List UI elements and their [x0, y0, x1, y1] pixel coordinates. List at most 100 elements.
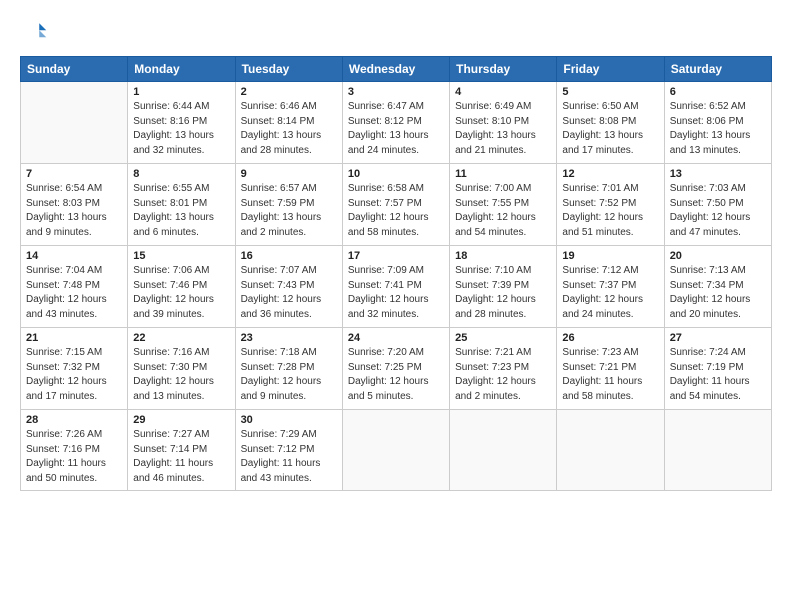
calendar-week-row: 14Sunrise: 7:04 AM Sunset: 7:48 PM Dayli…: [21, 246, 772, 328]
calendar-cell: 1 Sunrise: 6:44 AM Sunset: 8:16 PM Daylig…: [128, 82, 235, 164]
calendar-header-thursday: Thursday: [450, 57, 557, 82]
day-number: 1: [133, 86, 229, 98]
day-number: 29: [133, 414, 229, 426]
header: [20, 18, 772, 46]
day-number: 4: [455, 86, 551, 98]
day-number: 6: [670, 86, 766, 98]
day-info: Sunrise: 7:26 AM Sunset: 7:16 PM Dayligh…: [26, 428, 122, 486]
day-number: 27: [670, 332, 766, 344]
day-number: 11: [455, 168, 551, 180]
day-info: Sunrise: 6:57 AM Sunset: 7:59 PM Dayligh…: [241, 182, 337, 240]
calendar-cell: 9 Sunrise: 6:57 AM Sunset: 7:59 PM Daylig…: [235, 164, 342, 246]
calendar-cell: 5 Sunrise: 6:50 AM Sunset: 8:08 PM Daylig…: [557, 82, 664, 164]
calendar-cell: 19 Sunrise: 7:12 AM Sunset: 7:37 PM Dayli…: [557, 246, 664, 328]
day-number: 28: [26, 414, 122, 426]
logo: [20, 18, 52, 46]
day-info: Sunrise: 7:06 AM Sunset: 7:46 PM Dayligh…: [133, 264, 229, 322]
day-info: Sunrise: 6:44 AM Sunset: 8:16 PM Dayligh…: [133, 100, 229, 158]
calendar-cell: 28 Sunrise: 7:26 AM Sunset: 7:16 PM Dayli…: [21, 410, 128, 491]
calendar-header-sunday: Sunday: [21, 57, 128, 82]
day-number: 12: [562, 168, 658, 180]
day-info: Sunrise: 6:49 AM Sunset: 8:10 PM Dayligh…: [455, 100, 551, 158]
day-info: Sunrise: 7:09 AM Sunset: 7:41 PM Dayligh…: [348, 264, 444, 322]
calendar-cell: 26 Sunrise: 7:23 AM Sunset: 7:21 PM Dayli…: [557, 328, 664, 410]
day-number: 25: [455, 332, 551, 344]
day-number: 5: [562, 86, 658, 98]
calendar-cell: 18 Sunrise: 7:10 AM Sunset: 7:39 PM Dayli…: [450, 246, 557, 328]
day-number: 23: [241, 332, 337, 344]
day-info: Sunrise: 7:03 AM Sunset: 7:50 PM Dayligh…: [670, 182, 766, 240]
day-number: 10: [348, 168, 444, 180]
calendar-week-row: 28 Sunrise: 7:26 AM Sunset: 7:16 PM Dayli…: [21, 410, 772, 491]
calendar-cell: 22 Sunrise: 7:16 AM Sunset: 7:30 PM Dayli…: [128, 328, 235, 410]
calendar-cell: 3 Sunrise: 6:47 AM Sunset: 8:12 PM Daylig…: [342, 82, 449, 164]
calendar-cell: 7Sunrise: 6:54 AM Sunset: 8:03 PM Daylig…: [21, 164, 128, 246]
logo-icon: [20, 18, 48, 46]
day-number: 19: [562, 250, 658, 262]
calendar-cell: 10 Sunrise: 6:58 AM Sunset: 7:57 PM Dayli…: [342, 164, 449, 246]
calendar-cell: 20 Sunrise: 7:13 AM Sunset: 7:34 PM Dayli…: [664, 246, 771, 328]
day-number: 15: [133, 250, 229, 262]
day-info: Sunrise: 7:21 AM Sunset: 7:23 PM Dayligh…: [455, 346, 551, 404]
day-number: 3: [348, 86, 444, 98]
calendar-header-friday: Friday: [557, 57, 664, 82]
calendar-cell: 8 Sunrise: 6:55 AM Sunset: 8:01 PM Daylig…: [128, 164, 235, 246]
calendar-cell: 17 Sunrise: 7:09 AM Sunset: 7:41 PM Dayli…: [342, 246, 449, 328]
day-number: 14: [26, 250, 122, 262]
day-number: 9: [241, 168, 337, 180]
calendar-table: SundayMondayTuesdayWednesdayThursdayFrid…: [20, 56, 772, 491]
day-number: 18: [455, 250, 551, 262]
calendar-cell: 12 Sunrise: 7:01 AM Sunset: 7:52 PM Dayli…: [557, 164, 664, 246]
day-number: 22: [133, 332, 229, 344]
day-info: Sunrise: 7:20 AM Sunset: 7:25 PM Dayligh…: [348, 346, 444, 404]
calendar-header-tuesday: Tuesday: [235, 57, 342, 82]
calendar-cell: 30Sunrise: 7:29 AM Sunset: 7:12 PM Dayli…: [235, 410, 342, 491]
calendar-week-row: 7Sunrise: 6:54 AM Sunset: 8:03 PM Daylig…: [21, 164, 772, 246]
day-number: 24: [348, 332, 444, 344]
day-info: Sunrise: 6:47 AM Sunset: 8:12 PM Dayligh…: [348, 100, 444, 158]
day-number: 26: [562, 332, 658, 344]
day-info: Sunrise: 6:58 AM Sunset: 7:57 PM Dayligh…: [348, 182, 444, 240]
day-info: Sunrise: 6:55 AM Sunset: 8:01 PM Dayligh…: [133, 182, 229, 240]
calendar-header-monday: Monday: [128, 57, 235, 82]
calendar-cell: [342, 410, 449, 491]
day-number: 13: [670, 168, 766, 180]
day-number: 8: [133, 168, 229, 180]
calendar-cell: 21Sunrise: 7:15 AM Sunset: 7:32 PM Dayli…: [21, 328, 128, 410]
day-info: Sunrise: 7:18 AM Sunset: 7:28 PM Dayligh…: [241, 346, 337, 404]
day-info: Sunrise: 7:16 AM Sunset: 7:30 PM Dayligh…: [133, 346, 229, 404]
day-info: Sunrise: 7:27 AM Sunset: 7:14 PM Dayligh…: [133, 428, 229, 486]
calendar-cell: 4 Sunrise: 6:49 AM Sunset: 8:10 PM Daylig…: [450, 82, 557, 164]
calendar-cell: 29 Sunrise: 7:27 AM Sunset: 7:14 PM Dayli…: [128, 410, 235, 491]
day-number: 20: [670, 250, 766, 262]
calendar-cell: 24 Sunrise: 7:20 AM Sunset: 7:25 PM Dayli…: [342, 328, 449, 410]
day-info: Sunrise: 7:07 AM Sunset: 7:43 PM Dayligh…: [241, 264, 337, 322]
day-info: Sunrise: 7:13 AM Sunset: 7:34 PM Dayligh…: [670, 264, 766, 322]
day-info: Sunrise: 7:00 AM Sunset: 7:55 PM Dayligh…: [455, 182, 551, 240]
day-info: Sunrise: 7:01 AM Sunset: 7:52 PM Dayligh…: [562, 182, 658, 240]
calendar-cell: [21, 82, 128, 164]
calendar-week-row: 1 Sunrise: 6:44 AM Sunset: 8:16 PM Daylig…: [21, 82, 772, 164]
day-info: Sunrise: 7:10 AM Sunset: 7:39 PM Dayligh…: [455, 264, 551, 322]
day-info: Sunrise: 6:50 AM Sunset: 8:08 PM Dayligh…: [562, 100, 658, 158]
calendar-cell: 2Sunrise: 6:46 AM Sunset: 8:14 PM Daylig…: [235, 82, 342, 164]
day-number: 17: [348, 250, 444, 262]
calendar-cell: 15 Sunrise: 7:06 AM Sunset: 7:46 PM Dayli…: [128, 246, 235, 328]
day-number: 7: [26, 168, 122, 180]
calendar-header-row: SundayMondayTuesdayWednesdayThursdayFrid…: [21, 57, 772, 82]
day-info: Sunrise: 7:23 AM Sunset: 7:21 PM Dayligh…: [562, 346, 658, 404]
calendar-cell: [557, 410, 664, 491]
calendar-cell: [450, 410, 557, 491]
calendar-cell: 13 Sunrise: 7:03 AM Sunset: 7:50 PM Dayli…: [664, 164, 771, 246]
day-info: Sunrise: 7:29 AM Sunset: 7:12 PM Dayligh…: [241, 428, 337, 486]
calendar-cell: 25 Sunrise: 7:21 AM Sunset: 7:23 PM Dayli…: [450, 328, 557, 410]
calendar-week-row: 21Sunrise: 7:15 AM Sunset: 7:32 PM Dayli…: [21, 328, 772, 410]
day-number: 16: [241, 250, 337, 262]
calendar-cell: 16 Sunrise: 7:07 AM Sunset: 7:43 PM Dayli…: [235, 246, 342, 328]
day-info: Sunrise: 7:12 AM Sunset: 7:37 PM Dayligh…: [562, 264, 658, 322]
day-info: Sunrise: 7:24 AM Sunset: 7:19 PM Dayligh…: [670, 346, 766, 404]
calendar-cell: 6Sunrise: 6:52 AM Sunset: 8:06 PM Daylig…: [664, 82, 771, 164]
calendar-cell: 11 Sunrise: 7:00 AM Sunset: 7:55 PM Dayli…: [450, 164, 557, 246]
calendar-page: SundayMondayTuesdayWednesdayThursdayFrid…: [0, 0, 792, 612]
day-number: 2: [241, 86, 337, 98]
